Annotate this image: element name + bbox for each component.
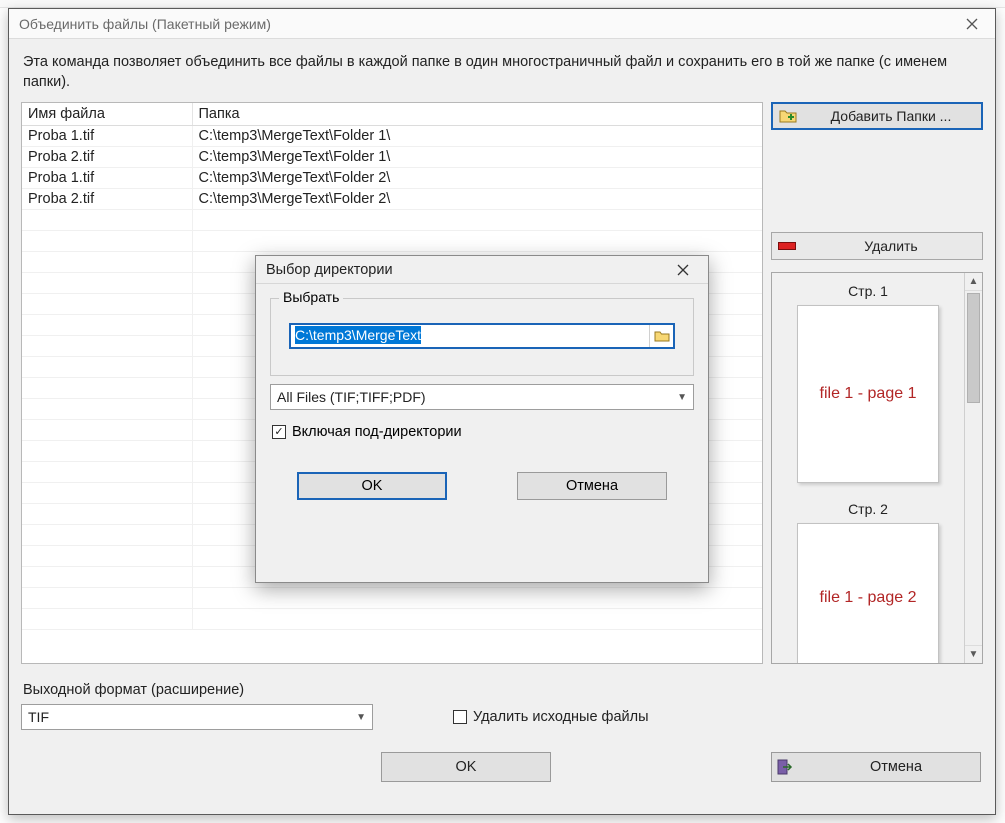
choose-directory-dialog: Выбор директории Выбрать C:\temp3\MergeT… (255, 255, 709, 583)
preview-scrollbar[interactable]: ▲ ▼ (964, 273, 982, 663)
table-row-empty (22, 210, 762, 231)
preview-panel: Стр. 1 file 1 - page 1 Стр. 2 file 1 - p… (771, 272, 983, 664)
browse-button[interactable] (649, 325, 673, 347)
chevron-down-icon: ▼ (356, 712, 366, 723)
preview-page[interactable]: Стр. 1 file 1 - page 1 (784, 283, 952, 483)
add-folder-icon (779, 107, 797, 125)
close-icon (966, 18, 978, 30)
scroll-thumb[interactable] (967, 293, 980, 403)
side-panel: Добавить Папки ... Удалить Стр. 1 file 1… (771, 102, 983, 664)
delete-source-row[interactable]: Удалить исходные файлы (453, 709, 649, 725)
preview-pages: Стр. 1 file 1 - page 1 Стр. 2 file 1 - p… (772, 273, 964, 663)
side-spacer (771, 138, 983, 224)
file-type-row: All Files (TIF;TIFF;PDF) ▼ (270, 384, 694, 410)
path-input[interactable]: C:\temp3\MergeText (289, 323, 675, 349)
bottom-area: Выходной формат (расширение) TIF ▼ Удали… (21, 682, 983, 730)
table-row-empty (22, 588, 762, 609)
delete-icon (778, 237, 796, 255)
titlebar: Объединить файлы (Пакетный режим) (9, 9, 995, 39)
table-row[interactable]: Proba 1.tifC:\temp3\MergeText\Folder 1\ (22, 126, 762, 147)
table-row[interactable]: Proba 1.tifC:\temp3\MergeText\Folder 2\ (22, 168, 762, 189)
delete-label: Удалить (806, 238, 976, 254)
exit-icon (776, 758, 794, 776)
file-type-value: All Files (TIF;TIFF;PDF) (277, 389, 426, 405)
include-subdirs-row[interactable]: Включая под-директории (272, 424, 692, 440)
dialog-title: Выбор директории (266, 262, 393, 278)
main-ok-button[interactable]: OK (381, 752, 551, 782)
table-row-empty (22, 231, 762, 252)
dialog-body: Выбрать C:\temp3\MergeText All Files (TI… (256, 284, 708, 508)
output-format-value: TIF (28, 709, 49, 725)
page-thumb: file 1 - page 1 (797, 305, 939, 483)
dialog-titlebar: Выбор директории (256, 256, 708, 284)
folder-open-icon (654, 329, 670, 343)
group-label: Выбрать (279, 289, 343, 305)
description-text: Эта команда позволяет объединить все фай… (23, 53, 981, 92)
dialog-cancel-button[interactable]: Отмена (517, 472, 667, 500)
window-close-button[interactable] (949, 9, 995, 39)
scroll-down-button[interactable]: ▼ (965, 645, 982, 663)
file-type-combo[interactable]: All Files (TIF;TIFF;PDF) ▼ (270, 384, 694, 410)
ruler-background (0, 0, 1005, 8)
add-folders-label: Добавить Папки ... (807, 108, 975, 124)
table-row-empty (22, 609, 762, 630)
add-folders-button[interactable]: Добавить Папки ... (771, 102, 983, 130)
col-name-header[interactable]: Имя файла (22, 103, 192, 126)
delete-source-label: Удалить исходные файлы (473, 709, 649, 725)
page-label: Стр. 2 (784, 501, 952, 517)
chevron-down-icon: ▼ (677, 392, 687, 403)
table-row[interactable]: Proba 2.tifC:\temp3\MergeText\Folder 1\ (22, 147, 762, 168)
dialog-close-button[interactable] (662, 257, 704, 283)
close-icon (677, 264, 689, 276)
page-label: Стр. 1 (784, 283, 952, 299)
table-row[interactable]: Proba 2.tifC:\temp3\MergeText\Folder 2\ (22, 189, 762, 210)
dialog-ok-button[interactable]: OK (297, 472, 447, 500)
output-format-combo[interactable]: TIF ▼ (21, 704, 373, 730)
page-thumb: file 1 - page 2 (797, 523, 939, 663)
delete-source-checkbox[interactable] (453, 710, 467, 724)
select-group: Выбрать C:\temp3\MergeText (270, 298, 694, 376)
include-subdirs-checkbox[interactable] (272, 425, 286, 439)
merge-files-window: Объединить файлы (Пакетный режим) Эта ко… (8, 8, 996, 815)
col-folder-header[interactable]: Папка (192, 103, 762, 126)
output-format-label: Выходной формат (расширение) (23, 682, 983, 698)
main-cancel-button[interactable]: Отмена (771, 752, 981, 782)
path-text[interactable]: C:\temp3\MergeText (291, 327, 649, 345)
main-footer: OK Отмена (21, 752, 983, 782)
bottom-row: TIF ▼ Удалить исходные файлы (21, 704, 983, 730)
preview-page[interactable]: Стр. 2 file 1 - page 2 (784, 501, 952, 663)
preview-inner: Стр. 1 file 1 - page 1 Стр. 2 file 1 - p… (772, 273, 982, 663)
scroll-up-button[interactable]: ▲ (965, 273, 982, 291)
include-subdirs-label: Включая под-директории (292, 424, 462, 440)
window-title: Объединить файлы (Пакетный режим) (19, 16, 271, 32)
dialog-footer: OK Отмена (270, 472, 694, 500)
delete-button[interactable]: Удалить (771, 232, 983, 260)
